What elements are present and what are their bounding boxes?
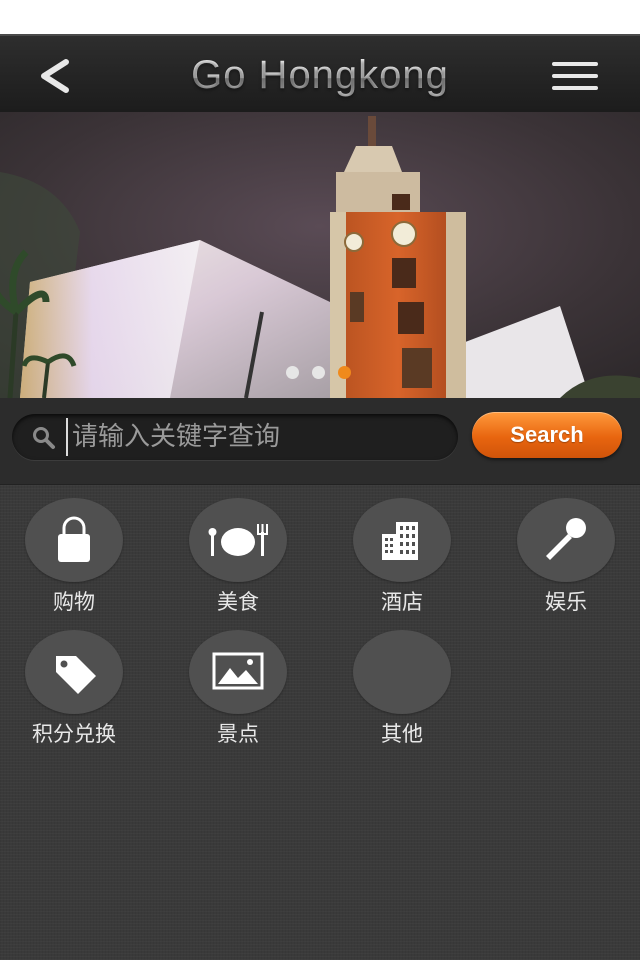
category-label: 景点 — [217, 722, 259, 746]
chevron-left-icon — [41, 59, 69, 93]
carousel-dot-1[interactable] — [286, 366, 299, 379]
category-icon-circle — [189, 498, 287, 582]
category-icon-circle — [25, 630, 123, 714]
carousel-dot-2[interactable] — [312, 366, 325, 379]
back-button[interactable] — [30, 54, 80, 98]
top-navigation-bar: Go Hongkong — [0, 34, 640, 112]
banner-carousel[interactable] — [0, 112, 640, 398]
search-icon — [33, 427, 55, 449]
hotel-building-icon — [382, 522, 418, 560]
menu-button[interactable] — [548, 58, 604, 94]
category-label: 购物 — [53, 590, 95, 614]
category-shopping[interactable]: 购物 — [0, 498, 150, 618]
category-label: 其他 — [381, 722, 423, 746]
app-screen: Go Hongkong 请输入关键字查询 Search 购物 美食 酒店 娱乐 … — [0, 34, 640, 960]
picture-icon — [212, 652, 264, 690]
category-points-redeem[interactable]: 积分兑换 — [0, 630, 150, 750]
category-entertainment[interactable]: 娱乐 — [492, 498, 640, 618]
category-icon-circle — [353, 498, 451, 582]
search-input[interactable] — [66, 418, 446, 456]
category-icon-circle — [189, 630, 287, 714]
category-food[interactable]: 美食 — [164, 498, 314, 618]
shopping-bag-icon — [58, 516, 90, 562]
banner-image — [0, 112, 640, 398]
category-other[interactable]: 其他 — [328, 630, 478, 750]
search-bar: Search — [0, 398, 640, 485]
category-hotel[interactable]: 酒店 — [328, 498, 478, 618]
category-icon-circle — [25, 498, 123, 582]
dining-icon — [208, 524, 268, 556]
app-title: Go Hongkong — [120, 46, 520, 104]
category-icon-circle — [517, 498, 615, 582]
category-label: 酒店 — [381, 590, 423, 614]
category-label: 美食 — [217, 590, 259, 614]
category-label: 积分兑换 — [32, 722, 116, 746]
hamburger-menu-icon — [552, 62, 598, 90]
category-attractions[interactable]: 景点 — [164, 630, 314, 750]
price-tag-icon — [56, 656, 96, 694]
search-field[interactable] — [12, 414, 458, 460]
microphone-icon — [546, 518, 586, 560]
search-button[interactable]: Search — [472, 412, 622, 458]
category-icon-circle — [353, 630, 451, 714]
carousel-dot-3-active[interactable] — [338, 366, 351, 379]
category-label: 娱乐 — [545, 590, 587, 614]
